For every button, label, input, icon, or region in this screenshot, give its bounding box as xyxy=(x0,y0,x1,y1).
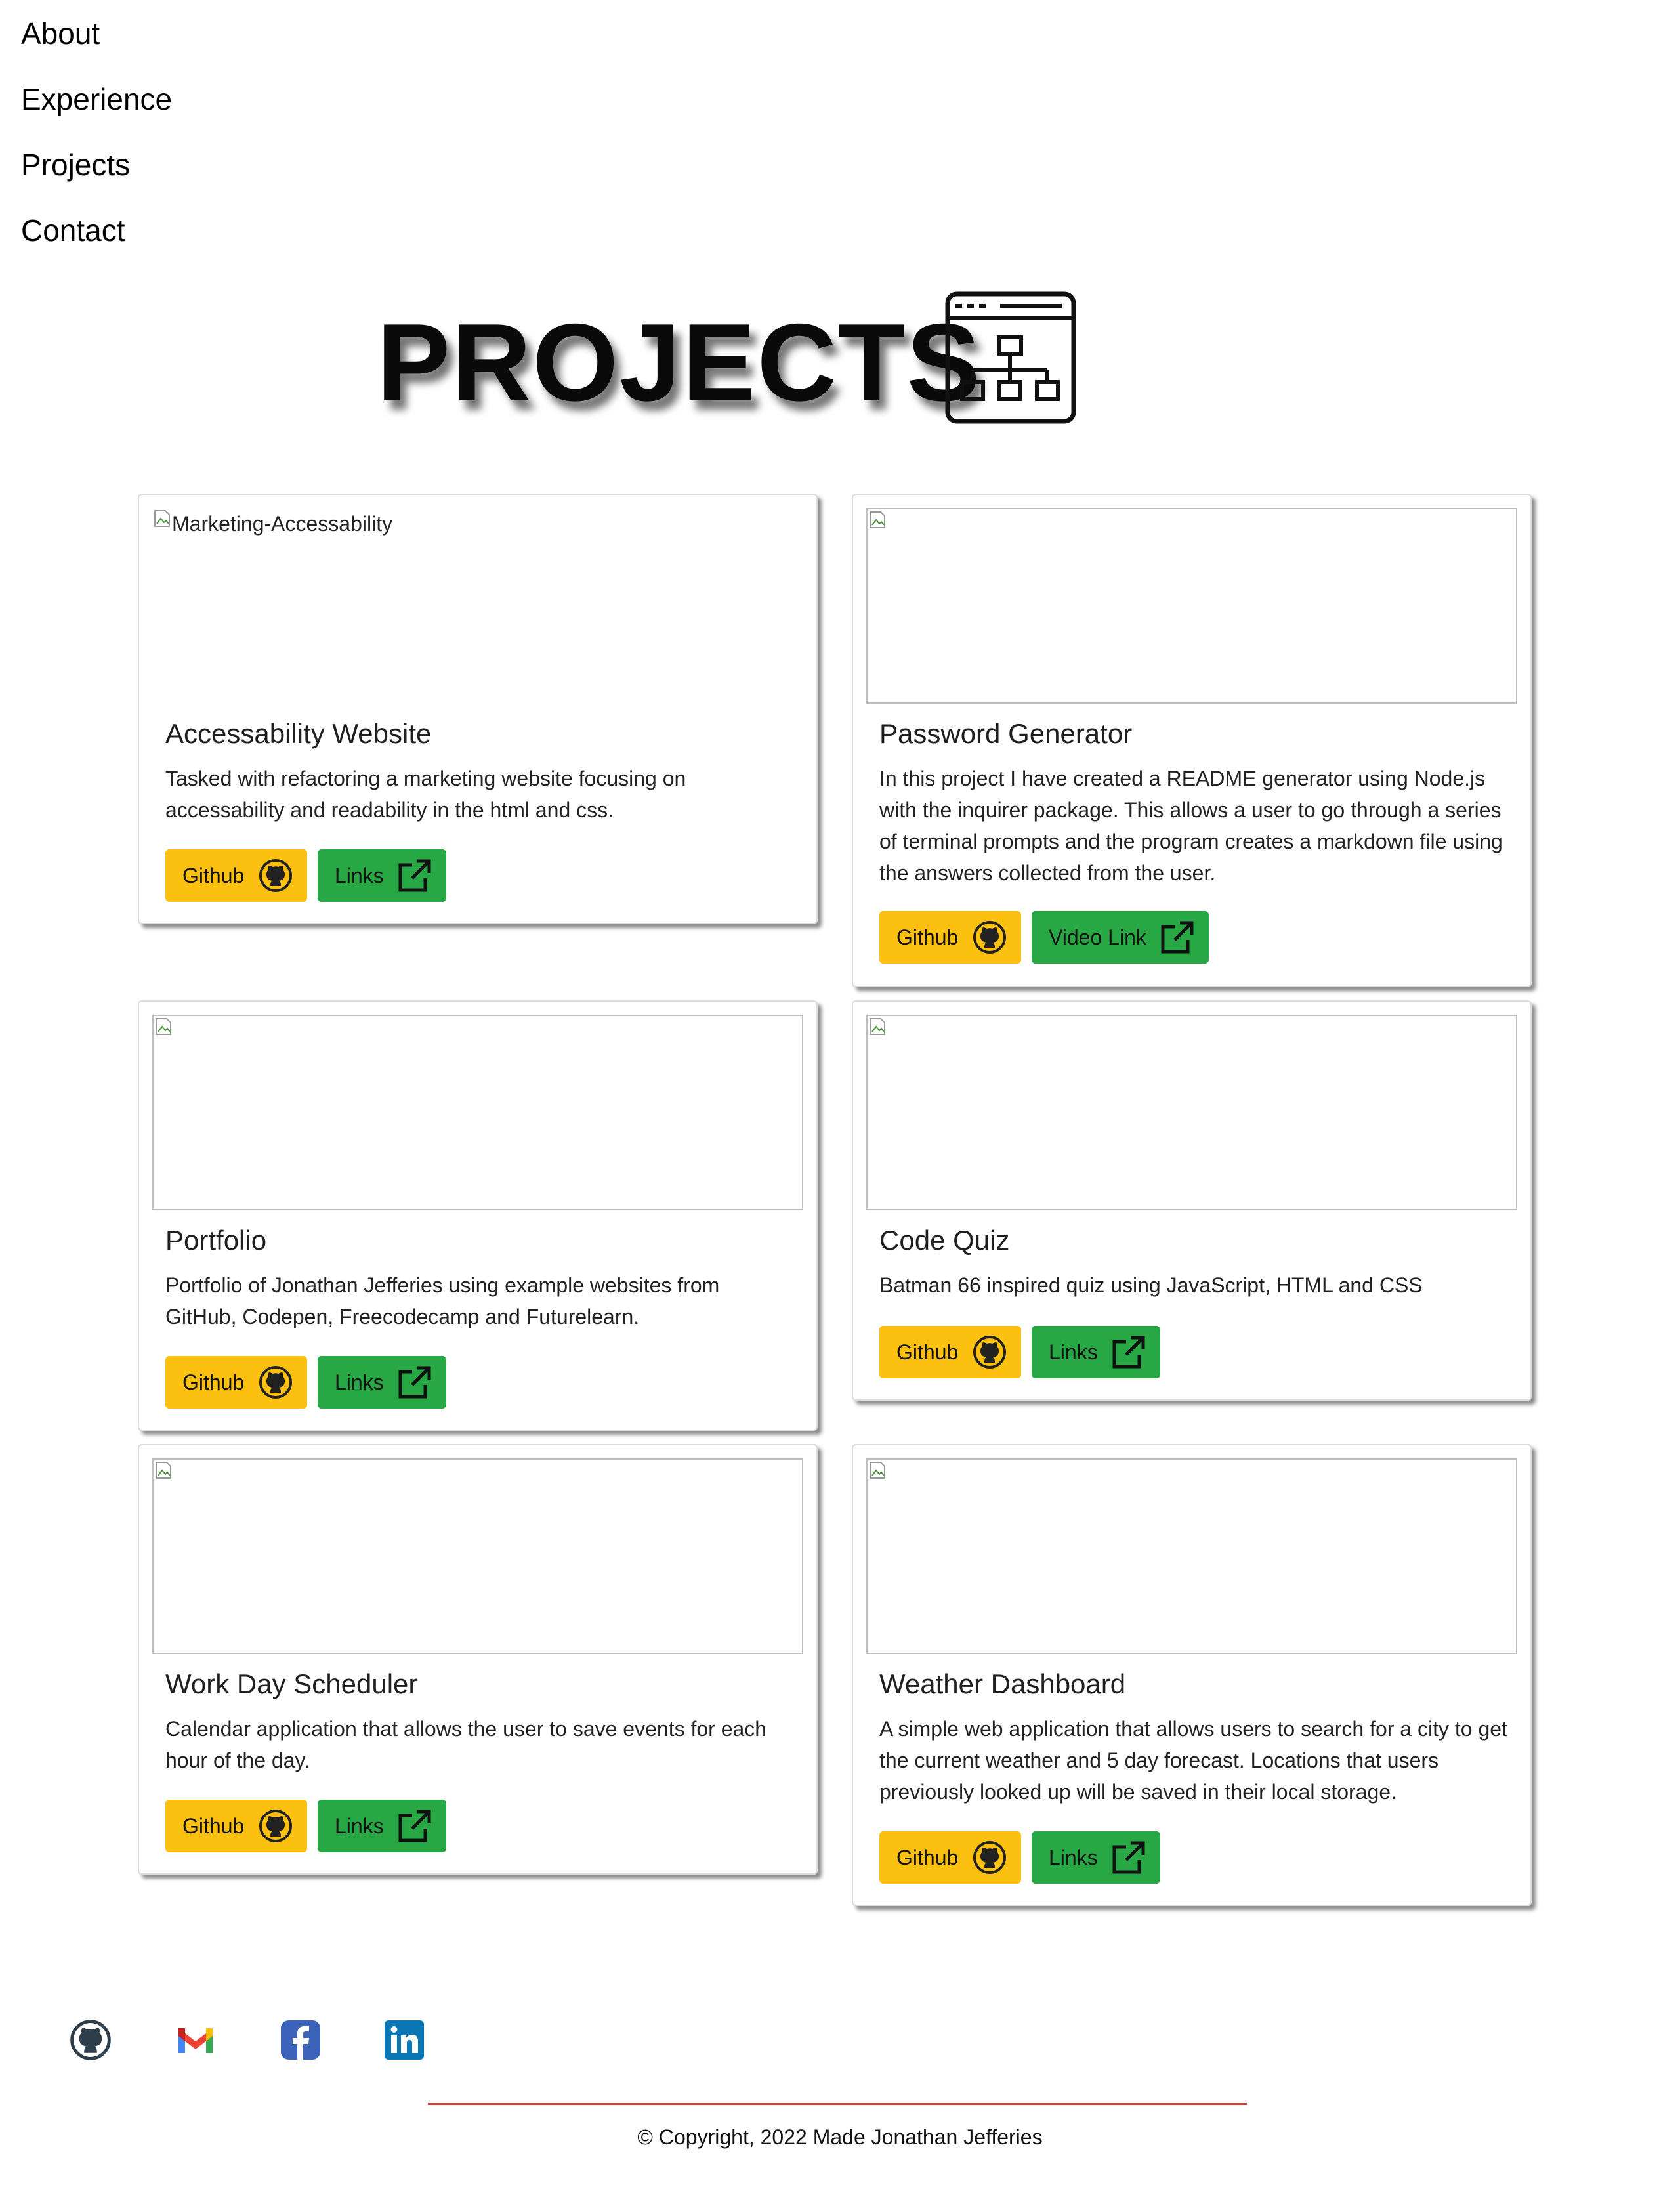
project-image xyxy=(866,1015,1517,1210)
github-icon xyxy=(973,1841,1006,1874)
github-button-label: Github xyxy=(896,1845,959,1869)
project-card-weather-dashboard: Weather Dashboard A simple web applicati… xyxy=(852,1444,1532,1906)
github-button[interactable]: Github xyxy=(879,911,1021,964)
links-button[interactable]: Links xyxy=(318,1800,446,1852)
github-icon xyxy=(973,1336,1006,1369)
project-description: Batman 66 inspired quiz using JavaScript… xyxy=(879,1273,1423,1297)
links-button-label: Links xyxy=(335,863,384,887)
github-button[interactable]: Github xyxy=(165,849,307,902)
facebook-icon xyxy=(281,2020,320,2060)
github-button-label: Github xyxy=(896,1340,959,1364)
nav-link-experience[interactable]: Experience xyxy=(21,84,172,114)
sitemap-icon xyxy=(945,291,1076,424)
project-card-code-quiz: Code Quiz Batman 66 inspired quiz using … xyxy=(852,1000,1532,1401)
external-link-icon xyxy=(1112,1841,1145,1874)
project-card-accessability: Marketing-Accessability Accessability We… xyxy=(138,494,818,924)
broken-image-icon xyxy=(870,1018,885,1035)
github-icon xyxy=(259,859,292,892)
project-title: Work Day Scheduler xyxy=(165,1668,418,1699)
image-alt-text: Marketing-Accessability xyxy=(172,512,393,536)
project-image xyxy=(152,1458,803,1654)
project-description: Tasked with refactoring a marketing webs… xyxy=(165,767,686,822)
github-icon xyxy=(70,2020,111,2060)
links-button-label: Links xyxy=(1049,1845,1098,1869)
gmail-link[interactable] xyxy=(175,2019,217,2061)
links-button-label: Links xyxy=(335,1814,384,1838)
project-description: A simple web application that allows use… xyxy=(879,1717,1507,1804)
external-link-icon xyxy=(398,859,431,892)
github-button-label: Github xyxy=(896,925,959,949)
copyright-text: © Copyright, 2022 Made Jonathan Jefferie… xyxy=(637,2125,1043,2149)
github-button[interactable]: Github xyxy=(879,1326,1021,1378)
gmail-icon xyxy=(178,2028,213,2053)
links-button[interactable]: Links xyxy=(1032,1831,1160,1884)
github-button[interactable]: Github xyxy=(879,1831,1021,1884)
github-button[interactable]: Github xyxy=(165,1356,307,1409)
external-link-icon xyxy=(1161,921,1194,954)
project-image xyxy=(866,1458,1517,1654)
external-link-icon xyxy=(398,1810,431,1842)
github-button[interactable]: Github xyxy=(165,1800,307,1852)
footer-divider xyxy=(428,2103,1247,2105)
external-link-icon xyxy=(1112,1336,1145,1369)
project-image xyxy=(152,1015,803,1210)
project-title: Accessability Website xyxy=(165,718,432,749)
facebook-link[interactable] xyxy=(280,2019,322,2061)
project-image: Marketing-Accessability xyxy=(152,508,803,704)
nav-link-projects[interactable]: Projects xyxy=(21,150,130,180)
projects-header: PROJECTS xyxy=(377,291,1099,429)
links-button[interactable]: Links xyxy=(318,849,446,902)
project-card-password-generator: Password Generator In this project I hav… xyxy=(852,494,1532,987)
project-description: Calendar application that allows the use… xyxy=(165,1717,767,1772)
github-button-label: Github xyxy=(182,1370,245,1394)
linkedin-link[interactable] xyxy=(383,2019,425,2061)
project-image xyxy=(866,508,1517,704)
broken-image-icon xyxy=(156,1018,171,1035)
project-title: Password Generator xyxy=(879,718,1133,749)
project-card-work-day-scheduler: Work Day Scheduler Calendar application … xyxy=(138,1444,818,1875)
nav-link-about[interactable]: About xyxy=(21,18,100,49)
project-description: In this project I have created a README … xyxy=(879,767,1503,885)
project-title: Code Quiz xyxy=(879,1225,1010,1256)
project-title: Weather Dashboard xyxy=(879,1668,1126,1699)
broken-image-icon xyxy=(870,1462,885,1479)
project-title: Portfolio xyxy=(165,1225,267,1256)
video-link-button-label: Video Link xyxy=(1049,925,1146,949)
github-button-label: Github xyxy=(182,1814,245,1838)
broken-image-icon xyxy=(154,510,170,527)
github-icon xyxy=(259,1810,292,1842)
links-button[interactable]: Links xyxy=(1032,1326,1160,1378)
broken-image-icon xyxy=(156,1462,171,1479)
github-icon xyxy=(973,921,1006,954)
nav-link-contact[interactable]: Contact xyxy=(21,215,125,245)
links-button[interactable]: Links xyxy=(318,1356,446,1409)
project-card-portfolio: Portfolio Portfolio of Jonathan Jefferie… xyxy=(138,1000,818,1431)
external-link-icon xyxy=(398,1366,431,1399)
broken-image-icon xyxy=(870,511,885,528)
github-button-label: Github xyxy=(182,863,245,887)
video-link-button[interactable]: Video Link xyxy=(1032,911,1209,964)
links-button-label: Links xyxy=(1049,1340,1098,1364)
linkedin-icon xyxy=(385,2020,424,2060)
project-description: Portfolio of Jonathan Jefferies using ex… xyxy=(165,1273,720,1328)
github-icon xyxy=(259,1366,292,1399)
github-profile-link[interactable] xyxy=(70,2019,112,2061)
page-title: PROJECTS xyxy=(377,301,982,424)
links-button-label: Links xyxy=(335,1370,384,1394)
